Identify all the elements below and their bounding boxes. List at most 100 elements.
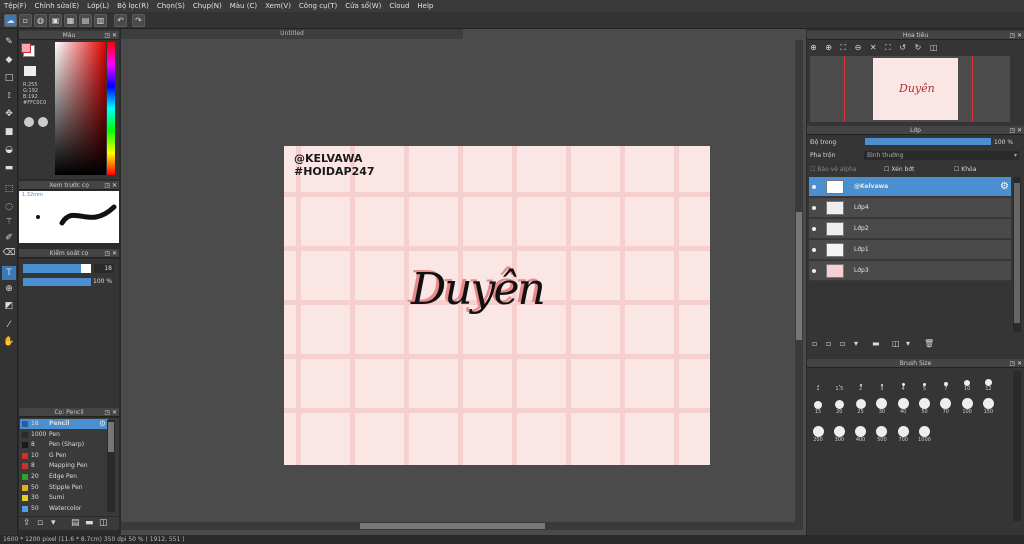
brush-size-option[interactable]: 3 [872, 374, 892, 392]
lock-checkbox[interactable]: ☐ Khóa [954, 166, 976, 173]
brush-size-option[interactable]: 500 [872, 425, 892, 443]
menu-color[interactable]: Màu (C) [230, 2, 257, 10]
brush-size-option[interactable]: 1000 [915, 425, 935, 443]
redo-icon[interactable]: ↷ [132, 14, 145, 27]
popout-icon[interactable]: ◳ [104, 181, 110, 190]
popout-icon[interactable]: ◳ [1009, 31, 1015, 40]
undo-icon[interactable]: ↶ [114, 14, 127, 27]
layer-opacity-slider[interactable] [865, 138, 991, 145]
layer-scrollbar[interactable] [1013, 177, 1021, 332]
transform-tool-icon[interactable]: ◩ [2, 299, 16, 313]
brush-list-item[interactable]: 20 Edge Pen [20, 472, 108, 482]
visibility-icon[interactable] [812, 227, 816, 231]
brush-list-item[interactable]: 18 Pencil ⚙ [20, 419, 108, 429]
brush-size-option[interactable]: 50 [915, 397, 935, 415]
merge-icon[interactable]: ◫ [892, 339, 900, 348]
brush-size-option[interactable]: 7 [936, 374, 956, 392]
blend-mode-select[interactable]: Bình thường ▾ [864, 151, 1019, 160]
new-layer-8bit-icon[interactable]: ▫ [826, 339, 831, 348]
close-icon[interactable]: ✕ [1017, 126, 1022, 135]
document-tab[interactable]: Untitled [121, 29, 463, 39]
close-icon[interactable]: ✕ [112, 249, 117, 258]
layer-row[interactable]: Lớp3 [809, 261, 1011, 281]
add-layer-menu-icon[interactable]: ▾ [854, 339, 858, 348]
zoom-out-icon[interactable]: ⊕ [825, 43, 832, 52]
visibility-icon[interactable] [812, 269, 816, 273]
text-tool-icon[interactable]: T [2, 266, 16, 280]
brush-list-item[interactable]: 50 Watercolor [20, 504, 108, 514]
menu-window[interactable]: Cửa sổ(W) [345, 2, 381, 10]
select-eraser-icon[interactable]: ⌫ [2, 246, 16, 260]
popout-icon[interactable]: ◳ [1009, 126, 1015, 135]
menu-layer[interactable]: Lớp(L) [87, 2, 109, 10]
brush-size-option[interactable]: 1 [808, 374, 828, 392]
gradient-tool-icon[interactable]: ▬ [2, 161, 16, 175]
brush-size-option[interactable]: 5 [915, 374, 935, 392]
move-tool-icon[interactable]: ✥ [2, 107, 16, 121]
menu-edit[interactable]: Chỉnh sửa(E) [35, 2, 80, 10]
rotate-right-icon[interactable]: ↻ [915, 43, 922, 52]
palette-icon[interactable] [24, 117, 34, 127]
folder-icon[interactable]: ▬ [872, 339, 880, 348]
brush-size-option[interactable]: 4 [893, 374, 913, 392]
close-icon[interactable]: ✕ [112, 181, 117, 190]
speech-icon[interactable]: ◍ [34, 14, 47, 27]
close-icon[interactable]: ✕ [112, 31, 117, 40]
fit-icon[interactable]: ⛶ [841, 43, 847, 52]
select-rect-icon[interactable]: ⬚ [2, 182, 16, 196]
brush-list-item[interactable]: 10 G Pen [20, 451, 108, 461]
swap-color-icon[interactable] [24, 66, 36, 76]
brush-size-option[interactable]: 15 [808, 397, 828, 415]
brush-size-option[interactable]: 150 [978, 397, 998, 415]
magic-wand-icon[interactable]: ⚚ [2, 215, 16, 229]
frame-tool-icon[interactable]: ⊕ [2, 282, 16, 296]
grid-icon[interactable]: ▦ [64, 14, 77, 27]
close-icon[interactable]: ✕ [112, 408, 117, 417]
popout-icon[interactable]: ◳ [104, 249, 110, 258]
document-canvas[interactable]: @KELVAWA #HOIDAP247 Duyên [284, 146, 710, 465]
brush-size-option[interactable]: 700 [893, 425, 913, 443]
image-icon[interactable]: ▣ [49, 14, 62, 27]
brush-list-item[interactable]: 30 Sumi [20, 493, 108, 503]
brush-opacity-slider[interactable] [23, 278, 91, 286]
close-icon[interactable]: ✕ [1017, 31, 1022, 40]
menu-filter[interactable]: Bộ lọc(R) [117, 2, 149, 10]
new-layer-1bit-icon[interactable]: ▫ [840, 339, 845, 348]
zoom-reset-icon[interactable]: ⊖ [855, 43, 862, 52]
clipping-checkbox[interactable]: ☐ Xén bớt [884, 166, 914, 173]
gear-icon[interactable]: ⚙ [1000, 181, 1009, 192]
hand-tool-icon[interactable]: ✋ [2, 335, 16, 349]
brush-size-option[interactable]: 40 [893, 397, 913, 415]
new-file-icon[interactable]: ▫ [19, 14, 32, 27]
flip-icon[interactable]: ◫ [930, 43, 938, 52]
protect-alpha-checkbox[interactable]: ☐ Bảo vệ alpha [810, 166, 856, 173]
layer-row[interactable]: Lớp1 [809, 240, 1011, 260]
menu-cloud[interactable]: Cloud [389, 2, 409, 10]
fill-shape-tool-icon[interactable]: ■ [2, 125, 16, 139]
visibility-icon[interactable] [812, 185, 816, 189]
bucket-tool-icon[interactable]: ◒ [2, 143, 16, 157]
brush-size-scrollbar[interactable] [1013, 371, 1021, 521]
zoom-in-icon[interactable]: ⊕ [810, 43, 817, 52]
brush-size-option[interactable]: 100 [957, 397, 977, 415]
brush-list-scrollbar[interactable] [107, 420, 115, 512]
brush-size-option[interactable]: 10 [957, 374, 977, 392]
fullscreen-icon[interactable]: ⛶ [885, 43, 891, 52]
rotate-left-icon[interactable]: ↺ [899, 43, 906, 52]
brush-size-option[interactable]: 200 [808, 425, 828, 443]
new-brush-icon[interactable]: ▫ [37, 518, 43, 528]
eraser-tool-icon[interactable]: ◆ [2, 53, 16, 67]
brush-size-option[interactable]: 20 [829, 397, 849, 415]
brush-size-option[interactable]: 300 [829, 425, 849, 443]
brush-size-option[interactable]: 12 [978, 374, 998, 392]
menu-file[interactable]: Tệp(F) [4, 2, 27, 10]
brush-size-option[interactable]: 400 [851, 425, 871, 443]
layer-menu-icon[interactable]: ▾ [906, 339, 910, 348]
navigator-preview[interactable]: Duyên [810, 56, 1010, 122]
eyedropper-tool-icon[interactable]: ⁄ [2, 318, 16, 332]
folder-icon[interactable]: ▬ [85, 518, 94, 528]
actual-size-icon[interactable]: ✕ [870, 43, 877, 52]
trash-icon[interactable]: 🗑 [924, 339, 934, 348]
visibility-icon[interactable] [812, 248, 816, 252]
brush-tool-icon[interactable]: ✎ [2, 35, 16, 49]
